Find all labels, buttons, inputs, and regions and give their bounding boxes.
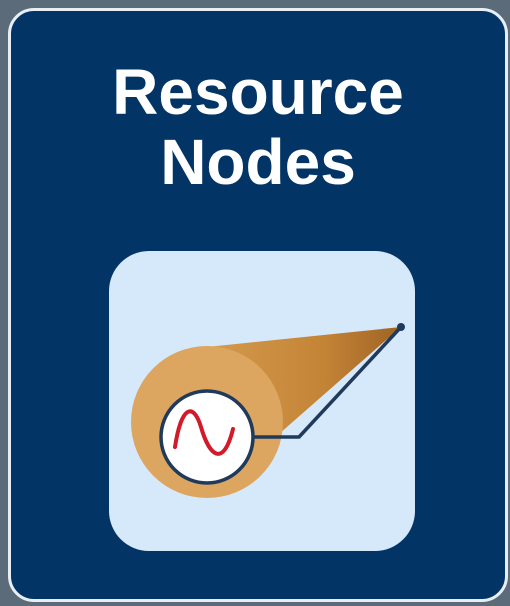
card-title: Resource Nodes <box>11 57 505 197</box>
resource-nodes-card[interactable]: Resource Nodes <box>8 8 508 602</box>
endpoint-dot <box>397 323 405 331</box>
card-title-line-1: Resource <box>112 56 404 128</box>
icon-tile <box>109 251 415 551</box>
card-title-line-2: Nodes <box>160 126 356 198</box>
resource-node-cable-icon <box>131 323 405 498</box>
